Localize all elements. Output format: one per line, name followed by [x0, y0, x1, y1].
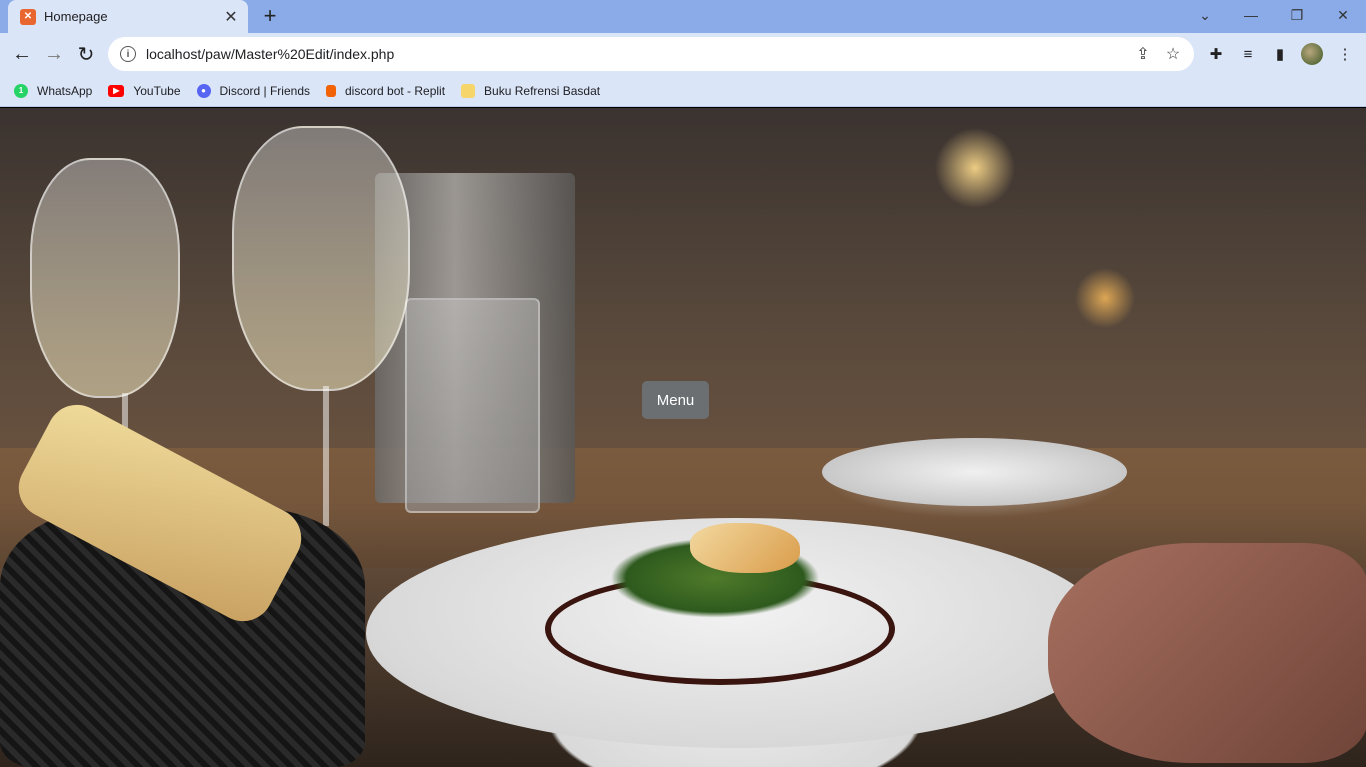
- bookmark-replit[interactable]: discord bot - Replit: [326, 84, 445, 98]
- back-icon[interactable]: ←: [7, 39, 37, 69]
- wine-glass-left: [30, 158, 180, 398]
- folder-icon: [461, 83, 476, 98]
- bookmark-whatsapp[interactable]: 1 WhatsApp: [14, 83, 93, 98]
- fish-fillet: [690, 523, 800, 573]
- more-menu-icon[interactable]: ⋮: [1332, 41, 1358, 67]
- tab-search-icon[interactable]: ⌄: [1182, 0, 1228, 30]
- reload-icon[interactable]: ↻: [71, 39, 101, 69]
- close-tab-icon[interactable]: ✕: [222, 8, 240, 26]
- media-control-icon[interactable]: ≡: [1235, 41, 1261, 67]
- share-icon[interactable]: ⇪: [1128, 39, 1158, 69]
- wine-glass-stem: [323, 386, 329, 526]
- forward-icon[interactable]: →: [39, 39, 69, 69]
- restore-button[interactable]: ❐: [1274, 0, 1320, 30]
- whatsapp-icon: 1: [14, 83, 28, 98]
- bookmark-label: discord bot - Replit: [345, 83, 446, 98]
- side-panel-icon[interactable]: ▮: [1267, 41, 1293, 67]
- bookmarks-bar: 1 WhatsApp ▶ YouTube ● Discord | Friends…: [0, 75, 1366, 107]
- bookmark-label: Buku Refrensi Basdat: [484, 83, 601, 98]
- profile-avatar[interactable]: [1301, 43, 1323, 65]
- bookmark-label: Discord | Friends: [219, 83, 310, 98]
- minimize-button[interactable]: —: [1228, 0, 1274, 30]
- bookmark-youtube[interactable]: ▶ YouTube: [108, 83, 181, 98]
- browser-toolbar: ← → ↻ i localhost/paw/Master%20Edit/inde…: [0, 33, 1366, 75]
- background-plate: [822, 438, 1127, 506]
- hand-holding-plate: [1048, 543, 1366, 763]
- new-tab-button[interactable]: +: [258, 3, 282, 28]
- bookmark-star-icon[interactable]: ☆: [1158, 39, 1188, 69]
- xampp-icon: ✕: [20, 8, 36, 25]
- youtube-icon: ▶: [108, 84, 125, 97]
- url-text[interactable]: localhost/paw/Master%20Edit/index.php: [146, 46, 1128, 62]
- bookmark-label: WhatsApp: [37, 83, 93, 98]
- extensions-icon[interactable]: ✚: [1203, 41, 1229, 67]
- menu-button[interactable]: Menu: [642, 381, 709, 419]
- discord-icon: ●: [196, 83, 211, 98]
- address-bar[interactable]: i localhost/paw/Master%20Edit/index.php …: [108, 37, 1194, 71]
- bookmark-discord[interactable]: ● Discord | Friends: [196, 83, 310, 98]
- bookmark-buku-refrensi[interactable]: Buku Refrensi Basdat: [461, 83, 601, 98]
- info-icon[interactable]: i: [120, 46, 136, 62]
- wine-glass-center: [232, 126, 410, 391]
- tab-homepage[interactable]: ✕ Homepage ✕: [8, 0, 248, 33]
- tab-strip: ✕ Homepage ✕ + ⌄ — ❐ ✕: [0, 0, 1366, 33]
- replit-icon: [326, 84, 336, 97]
- bookmark-label: YouTube: [133, 83, 181, 98]
- close-window-button[interactable]: ✕: [1320, 0, 1366, 30]
- tab-title: Homepage: [44, 9, 108, 24]
- water-glass: [405, 298, 540, 513]
- hero-background: Menu: [0, 108, 1366, 767]
